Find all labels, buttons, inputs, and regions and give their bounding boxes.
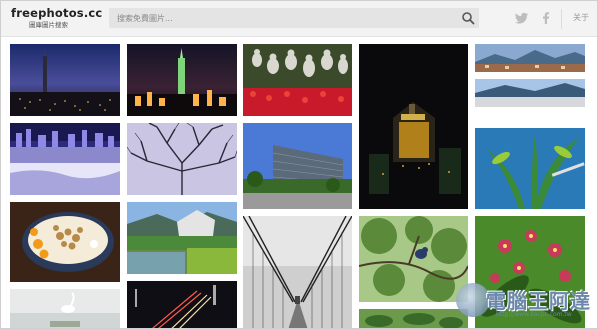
watermark-url: http://www.kocpc.com.tw: [496, 311, 572, 318]
browser-frame: freephotos.cc 圖庫圖片搜索 关于: [0, 0, 598, 329]
watermark-logo: [456, 283, 490, 317]
watermark: 電腦王阿達 http://www.kocpc.com.tw: [456, 281, 596, 327]
logo-subtitle: 圖庫圖片搜索: [29, 21, 68, 29]
search-bar: [109, 8, 479, 28]
photo-dark-building-night[interactable]: [359, 44, 468, 209]
photo-taipei-101-night-skyline[interactable]: [10, 44, 120, 116]
watermark-text: 電腦王阿達: [486, 289, 591, 313]
photo-suspension-bridge-black-white[interactable]: [243, 216, 352, 328]
site-header: freephotos.cc 圖庫圖片搜索 关于: [1, 1, 597, 37]
photo-mountain-town-view[interactable]: [475, 44, 585, 72]
photo-highway-light-trails-night[interactable]: [127, 281, 237, 328]
search-input[interactable]: [109, 8, 454, 28]
photo-harbor-mountain-coast[interactable]: [475, 79, 585, 107]
search-button[interactable]: [461, 11, 475, 25]
photo-bowl-granola-fruit[interactable]: [10, 202, 120, 282]
twitter-link[interactable]: [514, 10, 530, 26]
twitter-icon: [515, 12, 529, 24]
search-icon: [462, 12, 475, 25]
photo-bird-on-tree-branch[interactable]: [359, 216, 468, 302]
facebook-link[interactable]: [538, 10, 554, 26]
logo-title: freephotos.cc: [11, 6, 103, 20]
facebook-icon: [543, 12, 550, 24]
photo-green-leaves-branch[interactable]: [359, 309, 468, 328]
about-link[interactable]: 关于: [573, 12, 589, 23]
header-divider: [561, 9, 562, 29]
photo-taipei-101-night-city[interactable]: [127, 44, 237, 116]
photo-bare-tree-branches-sky[interactable]: [127, 123, 237, 195]
photo-white-egret-water[interactable]: [10, 289, 120, 328]
photo-modern-building-lake-green[interactable]: [127, 202, 237, 274]
photo-tropical-leaves-blue-sky[interactable]: [475, 128, 585, 209]
photo-modern-office-building-blue-sky[interactable]: [243, 123, 352, 209]
photo-white-buddha-statues-red-flowers[interactable]: [243, 44, 352, 116]
photo-city-skyline-purple-reflection[interactable]: [10, 123, 120, 195]
site-logo[interactable]: freephotos.cc 圖庫圖片搜索: [11, 7, 106, 33]
